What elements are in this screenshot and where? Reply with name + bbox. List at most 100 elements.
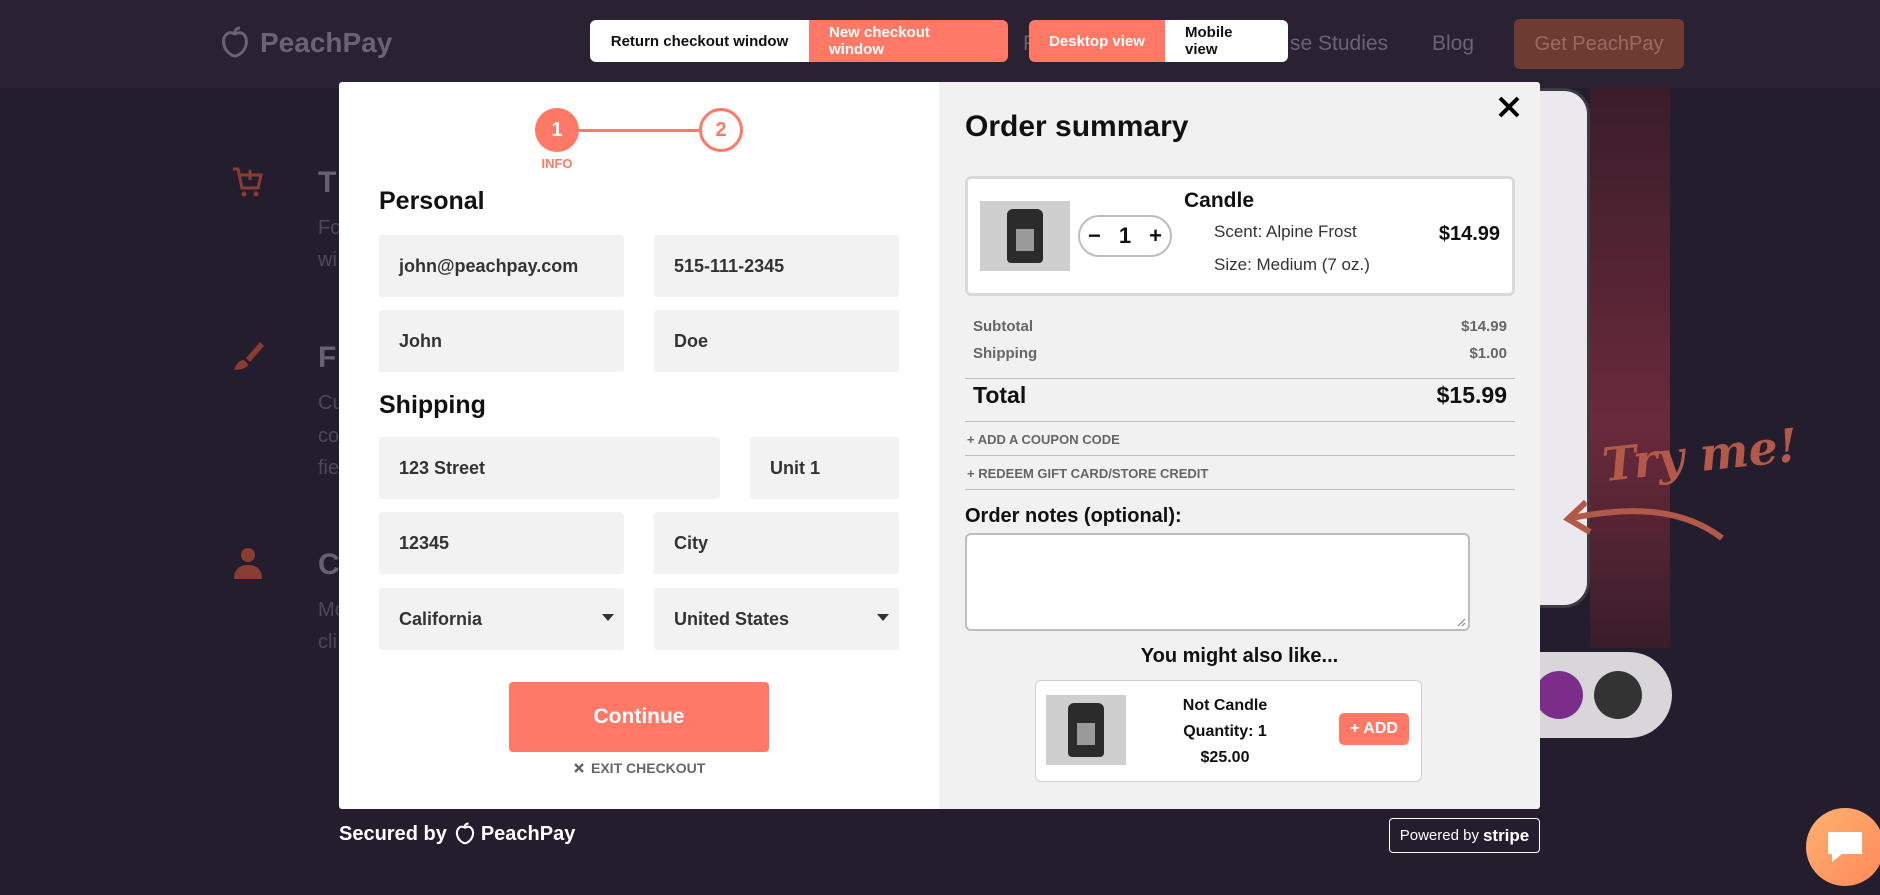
step-2-circle[interactable]: 2 [699,108,743,152]
order-summary-title: Order summary [965,110,1189,143]
item-name: Candle [1184,189,1255,212]
background-nav-case-studies[interactable]: se Studies [1290,32,1388,56]
background-feature-1-line-1: Fo [318,217,342,239]
quantity-stepper: − 1 + [1078,215,1172,257]
email-field[interactable]: john@peachpay.com [379,235,624,297]
background-feature-3-line-2: cli [318,631,337,653]
background-logo-text: PeachPay [260,27,393,58]
item-scent: Scent: Alpine Frost [1214,222,1357,241]
powered-by-stripe-badge[interactable]: Powered by stripe [1389,818,1540,853]
try-me-arrow-icon [1563,499,1724,541]
divider [965,378,1515,379]
total-value: $15.99 [1436,382,1507,408]
divider [965,421,1515,422]
cart-icon [233,167,263,197]
phone-field[interactable]: 515-111-2345 [654,235,899,297]
upsell-title: You might also like... [1140,645,1339,667]
upsell-product-image [1046,695,1126,765]
state-select-value: California [399,608,483,629]
chat-icon [1828,832,1862,862]
close-icon [574,763,584,773]
zip-code-field[interactable]: 12345 [379,512,624,574]
checkout-window-toggle: Return checkout window New checkout wind… [590,20,1008,62]
step-1-circle[interactable]: 1 [535,108,579,152]
state-select[interactable]: California [379,588,624,650]
secured-by-label: Secured by [339,822,447,845]
peach-logo-icon [455,822,474,845]
background-glow [1590,88,1670,648]
quantity-value[interactable]: 1 [1119,223,1131,249]
increase-quantity-button[interactable]: + [1149,223,1162,249]
add-coupon-link[interactable]: + ADD A COUPON CODE [967,432,1120,447]
secured-brand-name: PeachPay [480,822,576,845]
checkout-modal: 1 INFO 2 Personal john@peachpay.com 515-… [339,82,1540,809]
first-name-field[interactable]: John [379,310,624,372]
chevron-down-icon [877,614,889,621]
resize-grip-icon[interactable] [1456,617,1466,627]
unit-field[interactable]: Unit 1 [750,437,899,499]
shipping-value: $1.00 [1469,345,1507,362]
shipping-row: Shipping $1.00 [973,345,1507,362]
subtotal-row: Subtotal $14.99 [973,318,1507,335]
item-price: $14.99 [1438,223,1500,245]
background-get-peachpay-button[interactable]: Get PeachPay [1514,19,1684,69]
step-1-label: INFO [541,156,573,171]
order-notes-textarea[interactable] [965,533,1470,631]
background-feature-2-line-3: fie [318,457,340,479]
background-feature-2-title: F [318,341,337,374]
stepper-line [579,129,701,132]
last-name-field[interactable]: Doe [654,310,899,372]
powered-by-label: Powered by [1399,827,1479,844]
upsell-product-card: Not Candle Quantity: 1 $25.00 + ADD [1035,680,1422,782]
add-upsell-button[interactable]: + ADD [1339,713,1409,745]
candle-product-image [980,201,1070,271]
country-select-value: United States [674,608,790,629]
chat-widget-button[interactable] [1806,808,1880,886]
exit-checkout-link[interactable]: EXIT CHECKOUT [573,760,705,776]
upsell-product-info: Not Candle Quantity: 1 $25.00 [1160,693,1290,771]
shipping-section-title: Shipping [379,391,486,419]
view-toggle: Desktop view Mobile view [1029,20,1288,62]
chevron-down-icon [602,614,614,621]
mobile-view-button[interactable]: Mobile view [1165,20,1288,62]
order-summary-panel: Order summary − 1 + Candle Scent: Alpine… [939,82,1540,809]
exit-checkout-label: EXIT CHECKOUT [591,760,706,776]
background-swatch-purple[interactable] [1535,671,1583,719]
redeem-gift-card-link[interactable]: + REDEEM GIFT CARD/STORE CREDIT [967,466,1208,481]
total-label: Total [973,382,1027,408]
brush-icon [234,342,264,370]
continue-button[interactable]: Continue [509,682,769,752]
background-feature-2-line-2: co [318,425,340,447]
return-checkout-window-button[interactable]: Return checkout window [590,20,809,62]
stripe-logo: stripe [1482,825,1530,845]
close-modal-icon[interactable] [1496,94,1522,120]
item-size: Size: Medium (7 oz.) [1214,255,1370,274]
divider [965,455,1515,456]
upsell-product-quantity: Quantity: 1 [1183,723,1267,740]
shipping-label: Shipping [973,345,1038,362]
background-nav-blog[interactable]: Blog [1432,32,1474,56]
order-notes-label: Order notes (optional): [965,505,1182,527]
desktop-view-button[interactable]: Desktop view [1029,20,1165,62]
city-field[interactable]: City [654,512,899,574]
user-icon [234,548,262,579]
divider [965,489,1515,490]
background-feature-1-line-2: wi [318,249,337,271]
street-address-field[interactable]: 123 Street [379,437,720,499]
checkout-stepper: 1 INFO 2 [535,108,751,178]
checkout-form-panel: 1 INFO 2 Personal john@peachpay.com 515-… [339,82,939,809]
upsell-product-price: $25.00 [1200,749,1250,766]
decrease-quantity-button[interactable]: − [1088,223,1101,249]
country-select[interactable]: United States [654,588,899,650]
total-row: Total $15.99 [973,382,1507,409]
cart-item: − 1 + Candle Scent: Alpine Frost Size: M… [965,176,1515,296]
secured-by-badge: Secured by PeachPay [339,822,575,846]
secured-brand: PeachPay [453,822,576,846]
background-feature-3-title: C [318,548,340,581]
subtotal-label: Subtotal [973,318,1033,335]
new-checkout-window-button[interactable]: New checkout window [809,20,1008,62]
upsell-product-name: Not Candle [1182,697,1268,714]
background-logo[interactable]: PeachPay [218,26,392,60]
background-swatch-black[interactable] [1594,671,1642,719]
subtotal-value: $14.99 [1461,318,1507,335]
